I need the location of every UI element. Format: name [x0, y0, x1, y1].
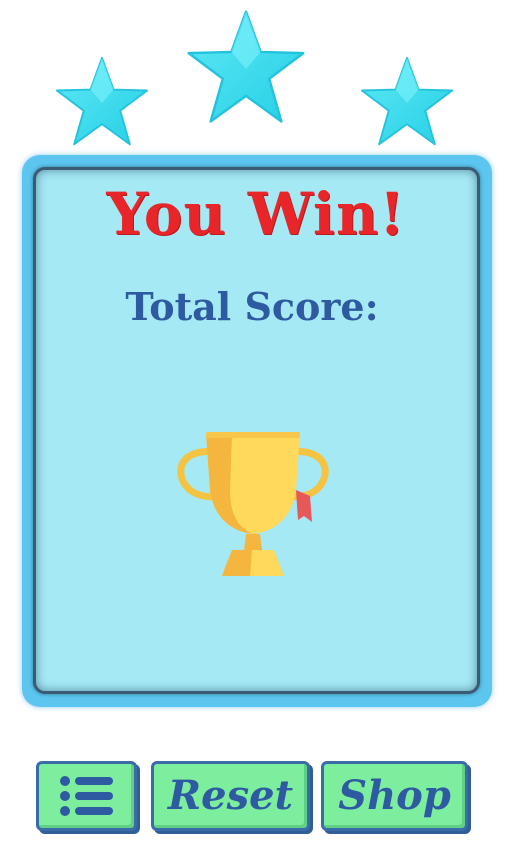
star-icon: [55, 56, 149, 146]
total-score-label: Total Score:: [125, 284, 379, 329]
win-title: You Win!: [106, 180, 406, 248]
menu-button[interactable]: [36, 761, 137, 831]
trophy-icon: [177, 432, 329, 576]
shop-button-label: Shop: [338, 772, 451, 819]
menu-list-icon: [59, 776, 113, 816]
win-screen: You Win! Total Score: Reset Shop: [0, 0, 512, 846]
shop-button[interactable]: Shop: [321, 761, 468, 831]
star-icon: [187, 10, 305, 123]
reset-button-label: Reset: [167, 772, 294, 819]
star-icon: [360, 56, 454, 146]
reset-button[interactable]: Reset: [151, 761, 310, 831]
